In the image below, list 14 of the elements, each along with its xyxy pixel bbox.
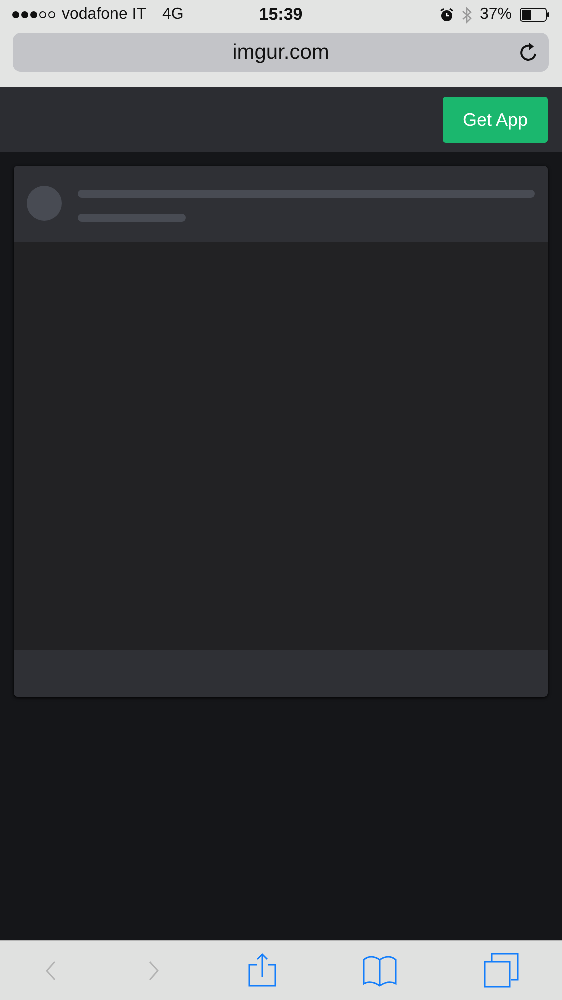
network-type: 4G [162, 5, 184, 25]
address-bar[interactable]: imgur.com [13, 33, 549, 72]
tabs-icon[interactable] [484, 953, 519, 988]
bluetooth-icon [462, 6, 472, 24]
reload-icon[interactable] [519, 42, 539, 63]
clock-time: 15:39 [259, 4, 303, 26]
avatar-placeholder [27, 186, 62, 221]
bookmarks-icon[interactable] [363, 954, 398, 987]
carrier-name: vodafone IT [62, 5, 146, 25]
battery-percentage: 37% [480, 5, 512, 25]
share-icon[interactable] [248, 953, 277, 988]
alarm-icon [440, 8, 454, 22]
signal-icon [12, 11, 58, 19]
battery-icon [520, 8, 550, 22]
